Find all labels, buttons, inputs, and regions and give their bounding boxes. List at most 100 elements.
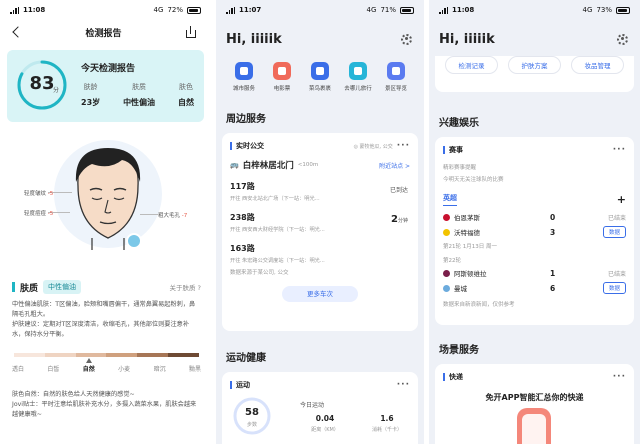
score-unit: 分 <box>53 87 60 94</box>
quick-city-service[interactable]: 城市服务 <box>226 62 262 92</box>
cosmetics-manage-button[interactable]: 妆品管理 <box>571 56 624 74</box>
about-skin-link[interactable]: 关于肤质 ? <box>169 282 201 292</box>
match-row[interactable]: 伯恩茅斯 0 已结束 <box>435 206 634 222</box>
bus-route-163[interactable]: 163路 开往 朱宏路公交调度站（下一站：明光... <box>222 233 418 264</box>
battery-icon <box>400 6 414 14</box>
quick-scenic-guide[interactable]: 景区导览 <box>378 62 414 92</box>
phone-home-scrolled: 11:08 4G 73% Hi, iiiiik 检测记录 护肤方案 妆品管理 兴… <box>429 0 640 444</box>
match-date: 第21轮 1月13日 周一 <box>443 244 497 250</box>
bus-route-238[interactable]: 238路 开往 西安西大财经学院（下一站：明光... 2分钟 <box>222 202 418 233</box>
team-logo-icon <box>443 284 450 292</box>
more-options-icon[interactable]: ··· <box>613 372 626 382</box>
quick-travel[interactable]: 去哪儿旅行 <box>340 62 376 92</box>
bus-card: 实时公交 ◎ 蒙牧他瓜, 公交 ··· 🚌 白梓林居北门 <100m 附近站点 … <box>222 133 418 331</box>
gear-icon[interactable] <box>401 33 412 45</box>
steps-ring: 58 步数 <box>232 396 272 436</box>
skincare-plan-button[interactable]: 护肤方案 <box>508 56 561 74</box>
page-title: 检测报告 <box>85 28 122 39</box>
page-header: 检测报告 <box>0 20 211 44</box>
phone-illustration-icon <box>517 408 551 444</box>
detection-records-button[interactable]: 检测记录 <box>445 56 498 74</box>
phone-skin-report: 11:08 4G 72% 检测报告 83 分 今天检测报告 肤龄 23岁 肤质 … <box>0 0 211 444</box>
team-logo-icon <box>443 213 450 221</box>
back-icon[interactable] <box>12 26 24 38</box>
skin-description: 中性偏油肌肤：T区偏油，脸颊和嘴唇偏干，通常鼻翼易起粉刺，鼻隔毛孔粗大。 <box>12 301 196 318</box>
bus-location: ◎ 蒙牧他瓜, 公交 <box>353 143 393 150</box>
travel-icon <box>349 62 367 80</box>
express-headline: 免开APP智能汇总你的快递 <box>485 393 584 402</box>
more-options-icon[interactable]: ··· <box>613 145 626 155</box>
today-report-label: 今天检测报告 <box>81 64 136 74</box>
network-label: 4G <box>153 6 164 14</box>
switch-view-icon[interactable] <box>126 233 142 249</box>
bus-data-note: 数据来源于某公司, 公交 <box>230 270 289 276</box>
battery-percent: 73% <box>596 6 612 14</box>
city-service-icon <box>235 62 253 80</box>
status-time: 11:08 <box>23 6 46 14</box>
skin-color-scale <box>14 353 199 357</box>
more-options-icon[interactable]: ··· <box>397 380 410 390</box>
share-icon[interactable] <box>185 26 197 38</box>
metric-skin-type: 肤质 中性偏油 <box>123 83 156 107</box>
status-bar: 11:08 4G 73% <box>429 0 640 20</box>
add-league-icon[interactable]: + <box>617 193 626 206</box>
calorie-unit: 消耗（千卡） <box>371 427 402 433</box>
tag-acne: 轻度痘痘 -5 <box>24 211 54 217</box>
gear-icon[interactable] <box>617 33 628 45</box>
status-bar: 11:07 4G 71% <box>216 0 424 20</box>
nearby-stops-link[interactable]: 附近站点 > <box>379 161 410 170</box>
greeting: Hi, iiiiik <box>439 31 495 47</box>
cainiao-icon <box>311 62 329 80</box>
status-bar: 11:08 4G 72% <box>0 0 211 20</box>
sport-health-title: 运动健康 <box>226 353 266 364</box>
match-row[interactable]: 阿斯顿维拉 1 已结束 <box>435 264 634 278</box>
quick-movie-ticket[interactable]: 电影票 <box>264 62 300 92</box>
more-options-icon[interactable]: ··· <box>397 141 410 151</box>
skin-color-description: 肤色自然：自然的肤色给人天然健康的感觉~ <box>12 391 135 398</box>
score-ring: 83 分 <box>15 58 69 112</box>
match-data-note: 数据来自新浪新闻，仅供参考 <box>443 302 515 308</box>
match-hint: 精彩赛事提醒 <box>443 165 477 171</box>
match-data-button[interactable]: 数据 <box>602 282 626 294</box>
score-value: 83 <box>29 73 55 94</box>
today-sport-label: 今日运动 <box>300 402 325 409</box>
network-label: 4G <box>582 6 593 14</box>
scene-services-title: 场景服务 <box>439 345 479 356</box>
match-row[interactable]: 沃特福德 3 数据 <box>435 222 634 238</box>
battery-icon <box>616 6 630 14</box>
status-time: 11:08 <box>452 6 475 14</box>
match-hint-sub: 今明天无关注球队的比赛 <box>443 177 504 183</box>
scenic-guide-icon <box>387 62 405 80</box>
match-data-button[interactable]: 数据 <box>602 226 626 238</box>
bus-route-117[interactable]: 117路 开往 西安北站北广场（下一站：明光... 已到达 <box>222 171 418 202</box>
quick-services: 城市服务 电影票 菜鸟裹裹 去哪儿旅行 景区导览 <box>216 52 424 92</box>
face-analysis: 轻度皱纹 -5 轻度痘痘 -5 粗大毛孔 -7 <box>0 140 211 258</box>
steps-value: 58 <box>245 407 259 418</box>
skin-advice: 护肤建议：定期对T区深度清洁，收缩毛孔，其他部位则要注意补水，保持水分平衡。 <box>12 321 190 338</box>
express-card: 快递 ··· 免开APP智能汇总你的快递 <box>435 364 634 444</box>
battery-percent: 72% <box>167 6 183 14</box>
battery-percent: 71% <box>380 6 396 14</box>
skin-color-labels: 透白 白皙 自然 小麦 暗沉 黝黑 <box>12 366 201 373</box>
more-trips-button[interactable]: 更多车次 <box>282 286 358 302</box>
signal-icon <box>439 6 448 14</box>
nearby-services-title: 周边服务 <box>226 114 266 125</box>
skin-color-marker <box>86 358 92 363</box>
calorie-value: 1.6 <box>380 414 394 423</box>
match-card: 赛事 ··· 精彩赛事提醒 今明天无关注球队的比赛 英超 + 伯恩茅斯 0 已结… <box>435 137 634 325</box>
match-round: 第22轮 <box>443 258 461 264</box>
skin-shortcuts-card: 检测记录 护肤方案 妆品管理 <box>435 56 634 92</box>
jovi-tip: Jovi贴士：平时注意给肌肤补充水分，多摄入蔬菜水果，肌肤会越来越健康哦~ <box>12 401 197 418</box>
status-time: 11:07 <box>239 6 262 14</box>
league-tab-premier[interactable]: 英超 <box>443 193 457 206</box>
quick-cainiao[interactable]: 菜鸟裹裹 <box>302 62 338 92</box>
signal-icon <box>226 6 235 14</box>
match-row[interactable]: 曼城 6 数据 <box>435 278 634 294</box>
distance-unit: 距离（KM） <box>311 427 339 433</box>
bus-stop-name: 🚌 白梓林居北门 <100m <box>230 161 319 171</box>
team-logo-icon <box>443 269 450 277</box>
sport-card: 运动 ··· 58 步数 今日运动 0.04 距离（KM） 1.6 消耗（千卡） <box>222 372 418 444</box>
battery-icon <box>187 6 201 14</box>
steps-unit: 步数 <box>246 422 257 428</box>
signal-icon <box>10 6 19 14</box>
